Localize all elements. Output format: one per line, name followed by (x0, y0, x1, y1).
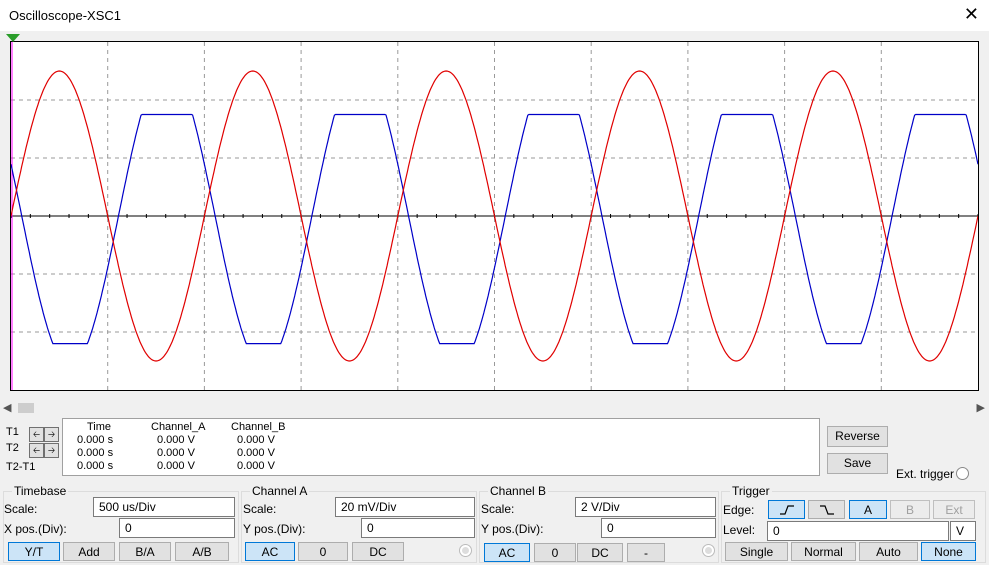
t2-channel-a: 0.000 V (157, 447, 195, 459)
trigger-caption: Trigger (730, 484, 772, 498)
close-icon[interactable]: ✕ (964, 4, 979, 25)
save-button[interactable]: Save (827, 453, 888, 474)
t1-time: 0.000 s (77, 434, 114, 446)
channel-b-scale-field[interactable]: 2 V/Div (575, 497, 716, 517)
cursor-readout-table: Time Channel_A Channel_B 0.000 s 0.000 V… (62, 418, 820, 476)
mode-add-button[interactable]: Add (63, 542, 115, 561)
channel-a-radio[interactable] (459, 544, 472, 557)
channel-b-ac-button[interactable]: AC (484, 543, 530, 562)
mode-yt-button[interactable]: Y/T (8, 542, 60, 561)
rising-edge-icon[interactable] (768, 500, 805, 519)
ext-trigger-label: Ext. trigger (896, 467, 955, 481)
level-label: Level: (723, 523, 756, 537)
trigger-auto-button[interactable]: Auto (859, 542, 918, 561)
trigger-source-ext-button[interactable]: Ext (933, 500, 975, 519)
timebase-scale-field[interactable]: 500 us/Div (93, 497, 235, 517)
channel-a-ypos-label: Y pos.(Div): (243, 522, 306, 536)
cursor-t1-handle[interactable] (4, 33, 24, 45)
t2-right-icon[interactable]: 🡢 (44, 443, 59, 458)
mode-b-over-a-button[interactable]: B/A (119, 542, 171, 561)
trigger-level-field[interactable]: 0 (767, 521, 949, 541)
ext-trigger-radio[interactable] (956, 467, 969, 480)
header-channel-a: Channel_A (151, 421, 206, 433)
channel-a-caption: Channel A (250, 484, 310, 498)
reverse-button[interactable]: Reverse (827, 426, 888, 447)
channel-a-ypos-field[interactable]: 0 (361, 518, 475, 538)
channel-b-scale-label: Scale: (481, 502, 515, 516)
trigger-none-button[interactable]: None (921, 542, 976, 561)
channel-a-zero-button[interactable]: 0 (298, 542, 348, 561)
t2-t1-label: T2-T1 (6, 461, 36, 473)
t2-time: 0.000 s (77, 447, 114, 459)
scroll-left-icon[interactable]: ◀ (3, 401, 11, 414)
header-channel-b: Channel_B (231, 421, 286, 433)
scroll-thumb[interactable] (18, 403, 34, 413)
t1-label: T1 (6, 426, 19, 438)
oscilloscope-screen (10, 41, 979, 391)
channel-b-ypos-field[interactable]: 0 (601, 518, 716, 538)
channel-a-dc-button[interactable]: DC (352, 542, 404, 561)
title-bar: Oscilloscope-XSC1 ✕ (0, 0, 989, 31)
t2-channel-b: 0.000 V (237, 447, 275, 459)
channel-b-caption: Channel B (488, 484, 549, 498)
t2-t1-time: 0.000 s (77, 460, 114, 472)
channel-b-dc-button[interactable]: DC (577, 543, 623, 562)
t2-label: T2 (6, 442, 19, 454)
timebase-scale-label: Scale: (4, 502, 38, 516)
channel-b-ypos-label: Y pos.(Div): (481, 522, 544, 536)
channel-b-zero-button[interactable]: 0 (534, 543, 576, 562)
trigger-source-a-button[interactable]: A (849, 500, 887, 519)
channel-b-invert-button[interactable]: - (627, 543, 665, 562)
trigger-single-button[interactable]: Single (725, 542, 788, 561)
timebase-caption: Timebase (12, 484, 69, 498)
channel-b-radio[interactable] (702, 544, 715, 557)
trigger-level-unit[interactable]: V (950, 521, 976, 541)
channel-a-ac-button[interactable]: AC (245, 542, 295, 561)
channel-a-scale-field[interactable]: 20 mV/Div (335, 497, 475, 517)
scroll-right-icon[interactable]: ▶ (977, 401, 985, 414)
horizontal-scrollbar[interactable]: ◀ ▶ (0, 400, 989, 417)
t2-t1-channel-b: 0.000 V (237, 460, 275, 472)
t1-left-icon[interactable]: 🡠 (29, 427, 44, 442)
edge-label: Edge: (723, 503, 755, 517)
trigger-source-b-button[interactable]: B (890, 500, 930, 519)
t1-channel-b: 0.000 V (237, 434, 275, 446)
t2-left-icon[interactable]: 🡠 (29, 443, 44, 458)
t2-t1-channel-a: 0.000 V (157, 460, 195, 472)
window-title: Oscilloscope-XSC1 (9, 8, 121, 23)
falling-edge-icon[interactable] (808, 500, 845, 519)
x-pos-label: X pos.(Div): (4, 522, 67, 536)
channel-a-scale-label: Scale: (243, 502, 277, 516)
trigger-normal-button[interactable]: Normal (791, 542, 856, 561)
header-time: Time (87, 421, 112, 433)
waveform-plot (11, 42, 978, 390)
x-pos-field[interactable]: 0 (119, 518, 235, 538)
t1-channel-a: 0.000 V (157, 434, 195, 446)
mode-a-over-b-button[interactable]: A/B (175, 542, 229, 561)
t1-right-icon[interactable]: 🡢 (44, 427, 59, 442)
